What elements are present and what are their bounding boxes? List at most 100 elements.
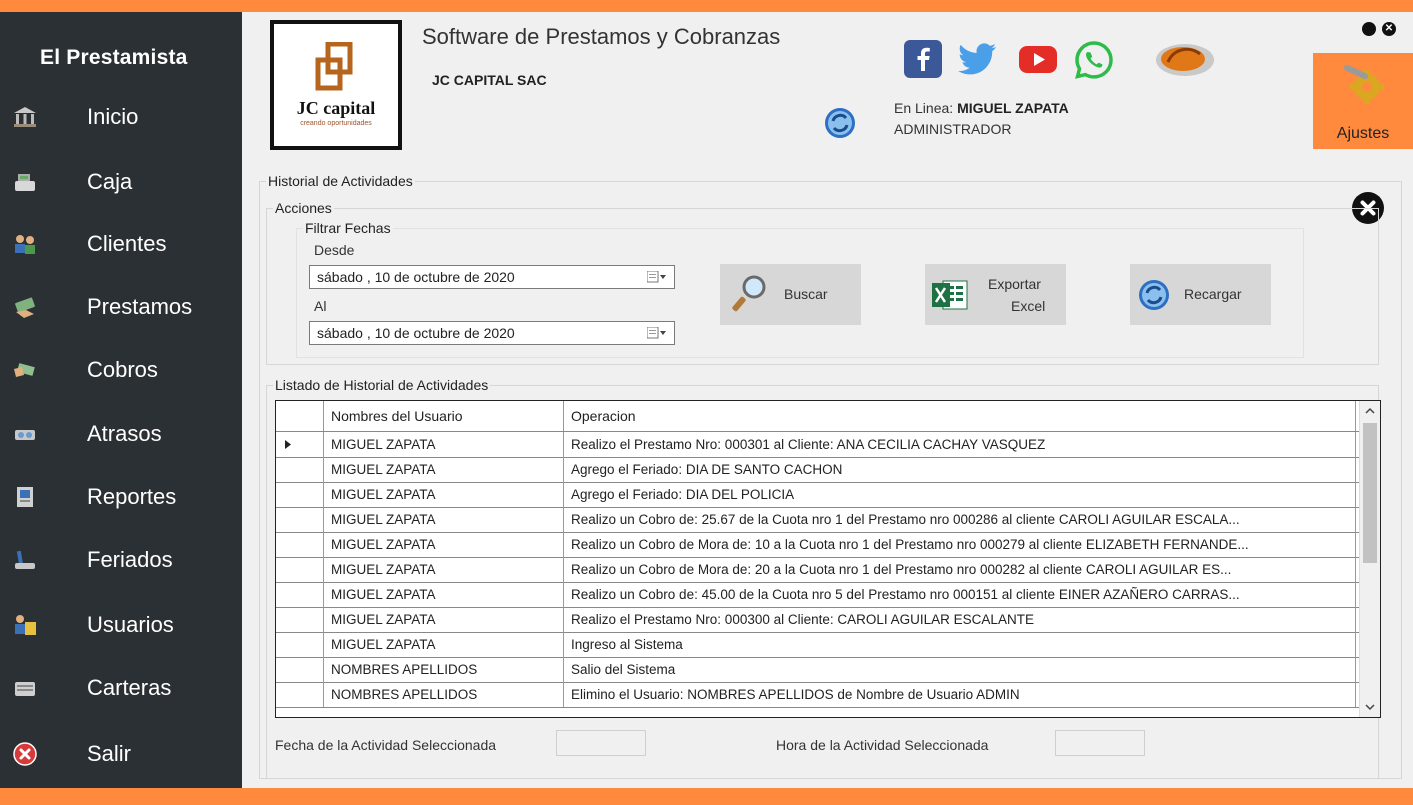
twitter-icon[interactable]: [958, 40, 998, 78]
table-row[interactable]: MIGUEL ZAPATA Realizo el Prestamo Nro: 0…: [276, 432, 1360, 458]
table-row[interactable]: MIGUEL ZAPATA Realizo un Cobro de Mora d…: [276, 557, 1360, 583]
scroll-down-icon[interactable]: [1364, 702, 1376, 712]
cell-user: MIGUEL ZAPATA: [324, 557, 564, 582]
column-header-user[interactable]: Nombres del Usuario: [324, 401, 564, 431]
reload-button[interactable]: Recargar: [1130, 264, 1271, 325]
sidebar-item-prestamos[interactable]: Prestamos: [0, 276, 242, 338]
cell-operation: Agrego el Feriado: DIA DEL POLICIA: [564, 482, 1356, 507]
table-header: Nombres del Usuario Operacion: [276, 401, 1380, 432]
users-icon: [15, 615, 36, 635]
cash-register-icon: [15, 174, 35, 191]
report-icon: [17, 487, 33, 507]
sidebar-item-reportes[interactable]: Reportes: [0, 466, 242, 528]
export-excel-button[interactable]: Exportar Excel: [925, 264, 1066, 325]
row-selector[interactable]: [276, 482, 324, 507]
cell-user: MIGUEL ZAPATA: [324, 607, 564, 632]
row-selector[interactable]: [276, 607, 324, 632]
sidebar-item-inicio[interactable]: Inicio: [0, 86, 242, 148]
row-selector[interactable]: [276, 682, 324, 707]
refresh-icon: [1139, 280, 1169, 310]
sidebar-item-carteras[interactable]: Carteras: [0, 657, 242, 719]
excel-icon: [932, 280, 968, 310]
scrollbar-thumb[interactable]: [1363, 423, 1377, 563]
magnifier-icon: [732, 275, 766, 312]
settings-button[interactable]: Ajustes: [1313, 53, 1413, 149]
calendar-dropdown-icon: [647, 271, 666, 283]
row-selector-header: [276, 401, 324, 431]
reload-button-label: Recargar: [1184, 286, 1242, 302]
table-row[interactable]: MIGUEL ZAPATA Agrego el Feriado: DIA DEL…: [276, 482, 1360, 508]
row-selector[interactable]: [276, 532, 324, 557]
activity-date-field[interactable]: [556, 730, 646, 756]
cell-user: MIGUEL ZAPATA: [324, 482, 564, 507]
activity-time-field[interactable]: [1055, 730, 1145, 756]
sidebar-item-salir[interactable]: Salir: [0, 723, 242, 785]
sidebar-item-cobros[interactable]: Cobros: [0, 339, 242, 401]
sidebar: El Prestamista Inicio Caja Clientes Pres…: [0, 12, 242, 788]
row-selector[interactable]: [276, 557, 324, 582]
cell-operation: Salio del Sistema: [564, 657, 1356, 682]
row-selector[interactable]: [276, 432, 324, 457]
table-row[interactable]: MIGUEL ZAPATA Agrego el Feriado: DIA DE …: [276, 457, 1360, 483]
brand-title: El Prestamista: [40, 46, 188, 69]
sidebar-item-label: Cobros: [87, 357, 158, 382]
sidebar-item-feriados[interactable]: Feriados: [0, 529, 242, 591]
online-status: En Linea: MIGUEL ZAPATA: [894, 100, 1069, 116]
window-close-button[interactable]: ✕: [1382, 22, 1396, 36]
exit-icon: [13, 742, 37, 766]
to-label: Al: [314, 298, 327, 314]
table-row[interactable]: MIGUEL ZAPATA Realizo un Cobro de: 45.00…: [276, 582, 1360, 608]
cell-operation: Realizo un Cobro de: 25.67 de la Cuota n…: [564, 507, 1356, 532]
column-header-operation[interactable]: Operacion: [564, 401, 1356, 431]
sidebar-item-label: Caja: [87, 169, 133, 194]
logo-subtitle: creando oportunidades: [300, 120, 372, 127]
table-row[interactable]: MIGUEL ZAPATA Realizo un Cobro de Mora d…: [276, 532, 1360, 558]
search-button[interactable]: Buscar: [720, 264, 861, 325]
bank-icon: [14, 107, 36, 127]
app-window: El Prestamista Inicio Caja Clientes Pres…: [0, 12, 1413, 788]
logo-text: JC capital: [296, 98, 376, 118]
sidebar-item-caja[interactable]: Caja: [0, 151, 242, 213]
refresh-icon[interactable]: [824, 107, 856, 139]
sidebar-item-label: Prestamos: [87, 294, 193, 319]
cell-operation: Realizo el Prestamo Nro: 000300 al Clien…: [564, 607, 1356, 632]
cell-operation: Realizo un Cobro de Mora de: 10 a la Cuo…: [564, 532, 1356, 557]
sidebar-item-atrasos[interactable]: Atrasos: [0, 403, 242, 465]
cell-operation: Realizo un Cobro de: 45.00 de la Cuota n…: [564, 582, 1356, 607]
row-selector[interactable]: [276, 657, 324, 682]
table-row[interactable]: NOMBRES APELLIDOS Salio del Sistema: [276, 657, 1360, 683]
sidebar-item-clientes[interactable]: Clientes: [0, 213, 242, 275]
cell-operation: Realizo un Cobro de Mora de: 20 a la Cuo…: [564, 557, 1356, 582]
cell-user: MIGUEL ZAPATA: [324, 532, 564, 557]
sidebar-item-label: Clientes: [87, 231, 167, 256]
row-selector[interactable]: [276, 582, 324, 607]
to-date-picker[interactable]: sábado , 10 de octubre de 2020: [309, 321, 675, 345]
logo-mark-icon: [315, 42, 353, 91]
table-row[interactable]: NOMBRES APELLIDOS Elimino el Usuario: NO…: [276, 682, 1360, 708]
scroll-up-icon[interactable]: [1364, 406, 1376, 416]
loan-icon: [15, 297, 35, 318]
from-date-picker[interactable]: sábado , 10 de octubre de 2020: [309, 265, 675, 289]
row-selector[interactable]: [276, 632, 324, 657]
online-user: MIGUEL ZAPATA: [957, 100, 1069, 116]
cell-user: MIGUEL ZAPATA: [324, 432, 564, 457]
cell-user: MIGUEL ZAPATA: [324, 507, 564, 532]
calendar-dropdown-icon: [647, 327, 666, 339]
vertical-scrollbar[interactable]: [1359, 401, 1380, 717]
row-selector[interactable]: [276, 507, 324, 532]
sidebar-item-usuarios[interactable]: Usuarios: [0, 594, 242, 656]
payment-icon: [14, 363, 35, 377]
table-row[interactable]: MIGUEL ZAPATA Realizo el Prestamo Nro: 0…: [276, 607, 1360, 633]
minimize-button[interactable]: [1362, 22, 1376, 36]
row-selector[interactable]: [276, 457, 324, 482]
youtube-icon[interactable]: [1018, 40, 1058, 78]
company-name: JC CAPITAL SAC: [432, 72, 547, 88]
whatsapp-icon[interactable]: [1074, 40, 1114, 80]
history-table[interactable]: Nombres del Usuario Operacion MIGUEL ZAP…: [275, 400, 1381, 718]
table-row[interactable]: MIGUEL ZAPATA Realizo un Cobro de: 25.67…: [276, 507, 1360, 533]
mouse-icon[interactable]: [1154, 40, 1216, 80]
facebook-icon[interactable]: [904, 40, 942, 78]
table-row[interactable]: MIGUEL ZAPATA Ingreso al Sistema: [276, 632, 1360, 658]
export-label-line2: Excel: [1011, 298, 1046, 314]
clients-icon: [15, 235, 35, 254]
